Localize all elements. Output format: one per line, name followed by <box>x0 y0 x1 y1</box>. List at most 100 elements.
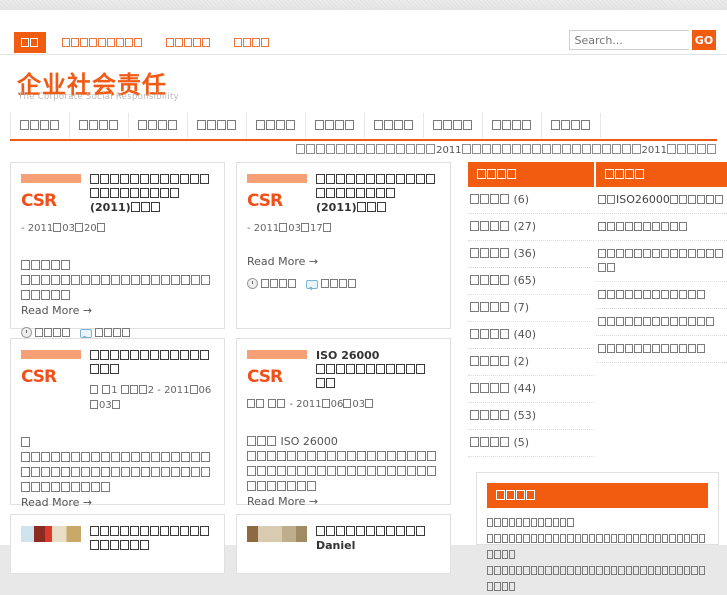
category-count: (27) <box>513 220 537 233</box>
cjk-text <box>321 279 357 290</box>
category-item[interactable]: (7) <box>468 295 594 322</box>
article-title[interactable]: (2011) <box>316 172 440 215</box>
top-nav-item-0[interactable] <box>14 32 46 53</box>
cjk-text <box>111 398 121 413</box>
cjk-text <box>356 201 387 215</box>
cjk-text <box>315 113 355 138</box>
news-ticker[interactable]: 2011 2011 <box>10 143 717 159</box>
search-input[interactable] <box>568 30 689 50</box>
cjk-text <box>120 383 148 398</box>
comment-bubble-icon <box>80 329 92 340</box>
read-more-link[interactable]: Read More → <box>21 304 92 317</box>
cjk-text <box>53 221 62 236</box>
article-thumbnail[interactable] <box>247 526 307 542</box>
about-text <box>487 515 708 595</box>
article-title[interactable] <box>90 524 214 553</box>
article-thumbnail[interactable]: CSR <box>247 174 307 212</box>
article-card[interactable]: CSR 1 2 - 2011 0603 Read More → <box>10 338 225 532</box>
article-photo <box>21 526 81 542</box>
cjk-text <box>316 377 336 391</box>
cjk-text <box>492 113 532 138</box>
cjk-text <box>365 397 374 412</box>
article-card[interactable]: CSR (2011) - 2011 03 17 Read More → <box>236 162 451 329</box>
main-navigation <box>10 113 717 141</box>
top-nav-item-1[interactable] <box>55 32 150 53</box>
cjk-text <box>138 113 178 138</box>
cjk-text <box>21 450 214 495</box>
article-card[interactable] <box>10 514 225 574</box>
recent-posts-widget: ISO26000 <box>596 162 727 363</box>
main-nav-item-3[interactable] <box>188 113 247 138</box>
main-nav-item-4[interactable] <box>247 113 306 138</box>
article-title[interactable] <box>90 348 214 377</box>
article-thumbnail[interactable]: CSR <box>247 350 307 388</box>
category-item[interactable]: (36) <box>468 241 594 268</box>
cjk-text <box>90 349 214 377</box>
cjk-text <box>247 434 277 449</box>
main-nav-item-8[interactable] <box>483 113 542 138</box>
article-thumbnail[interactable]: CSR <box>21 350 81 388</box>
cjk-text <box>21 273 214 303</box>
ticker-year: 2011 <box>436 145 462 156</box>
main-nav-item-0[interactable] <box>10 113 70 138</box>
category-item[interactable]: (27) <box>468 214 594 241</box>
read-more-link[interactable]: Read More → <box>247 255 318 268</box>
category-item[interactable]: (2) <box>468 349 594 376</box>
category-item[interactable]: (44) <box>468 376 594 403</box>
cjk-text <box>247 397 265 412</box>
cjk-text <box>470 193 510 207</box>
content-area: CSR (2011) - 2011 03 20 Read More → CSR (2011)… <box>0 162 727 591</box>
category-item[interactable]: (65) <box>468 268 594 295</box>
article-thumbnail[interactable]: CSR <box>21 174 81 212</box>
search-go-button[interactable]: GO <box>692 30 716 50</box>
recent-posts-list: ISO26000 <box>596 187 727 363</box>
clock-icon <box>247 278 258 289</box>
recent-post-item[interactable] <box>596 336 727 363</box>
article-date: - 2011 03 17 <box>247 221 440 236</box>
article-card[interactable]: Daniel <box>236 514 451 574</box>
categories-widget: (6) (27) (36) (65) (7) (40) (2) (44) (53… <box>468 162 594 457</box>
category-item[interactable]: (53) <box>468 403 594 430</box>
recent-post-item[interactable] <box>596 214 727 241</box>
read-more-link[interactable]: Read More → <box>21 496 92 509</box>
cjk-text <box>74 221 84 236</box>
main-nav-item-7[interactable] <box>424 113 483 138</box>
cjk-text <box>470 355 510 369</box>
category-count: (53) <box>513 409 537 422</box>
article-card[interactable]: CSR (2011) - 2011 03 20 Read More → <box>10 162 225 340</box>
main-nav-item-6[interactable] <box>365 113 424 138</box>
category-count: (40) <box>513 328 537 341</box>
main-nav-item-9[interactable] <box>542 113 601 138</box>
recent-post-item[interactable] <box>596 241 727 282</box>
recent-post-item[interactable] <box>596 282 727 309</box>
cjk-text <box>470 301 510 315</box>
cjk-text <box>90 398 99 413</box>
top-nav-item-3[interactable] <box>227 32 277 53</box>
main-nav-item-1[interactable] <box>70 113 129 138</box>
top-nav-item-2[interactable] <box>159 32 218 53</box>
category-item[interactable]: (6) <box>468 187 594 214</box>
article-comments-meta[interactable] <box>306 279 357 291</box>
article-title[interactable]: ISO 26000 <box>316 348 440 391</box>
read-more-link[interactable]: Read More → <box>247 495 318 508</box>
cjk-text <box>487 515 575 531</box>
article-card[interactable]: CSR ISO 26000 - 2011 06 03 ISO 26000 Read M… <box>236 338 451 531</box>
main-nav-item-5[interactable] <box>306 113 365 138</box>
category-item[interactable]: (40) <box>468 322 594 349</box>
cjk-text <box>487 563 708 595</box>
article-thumbnail[interactable] <box>21 526 81 542</box>
recent-post-item[interactable]: ISO26000 <box>596 187 727 214</box>
cjk-text <box>461 143 642 156</box>
article-time-meta[interactable] <box>247 278 297 290</box>
main-nav-item-2[interactable] <box>129 113 188 138</box>
article-title[interactable]: Daniel <box>316 524 440 553</box>
article-excerpt: ISO 26000 Read More → <box>247 412 440 509</box>
cjk-text <box>90 525 214 553</box>
thumbnail-accent-bar <box>21 174 81 183</box>
article-title[interactable]: (2011) <box>90 172 214 215</box>
cjk-text <box>470 382 510 396</box>
recent-post-item[interactable] <box>596 309 727 336</box>
cjk-text <box>374 113 414 138</box>
top-navigation <box>14 32 286 53</box>
category-item[interactable]: (5) <box>468 430 594 457</box>
